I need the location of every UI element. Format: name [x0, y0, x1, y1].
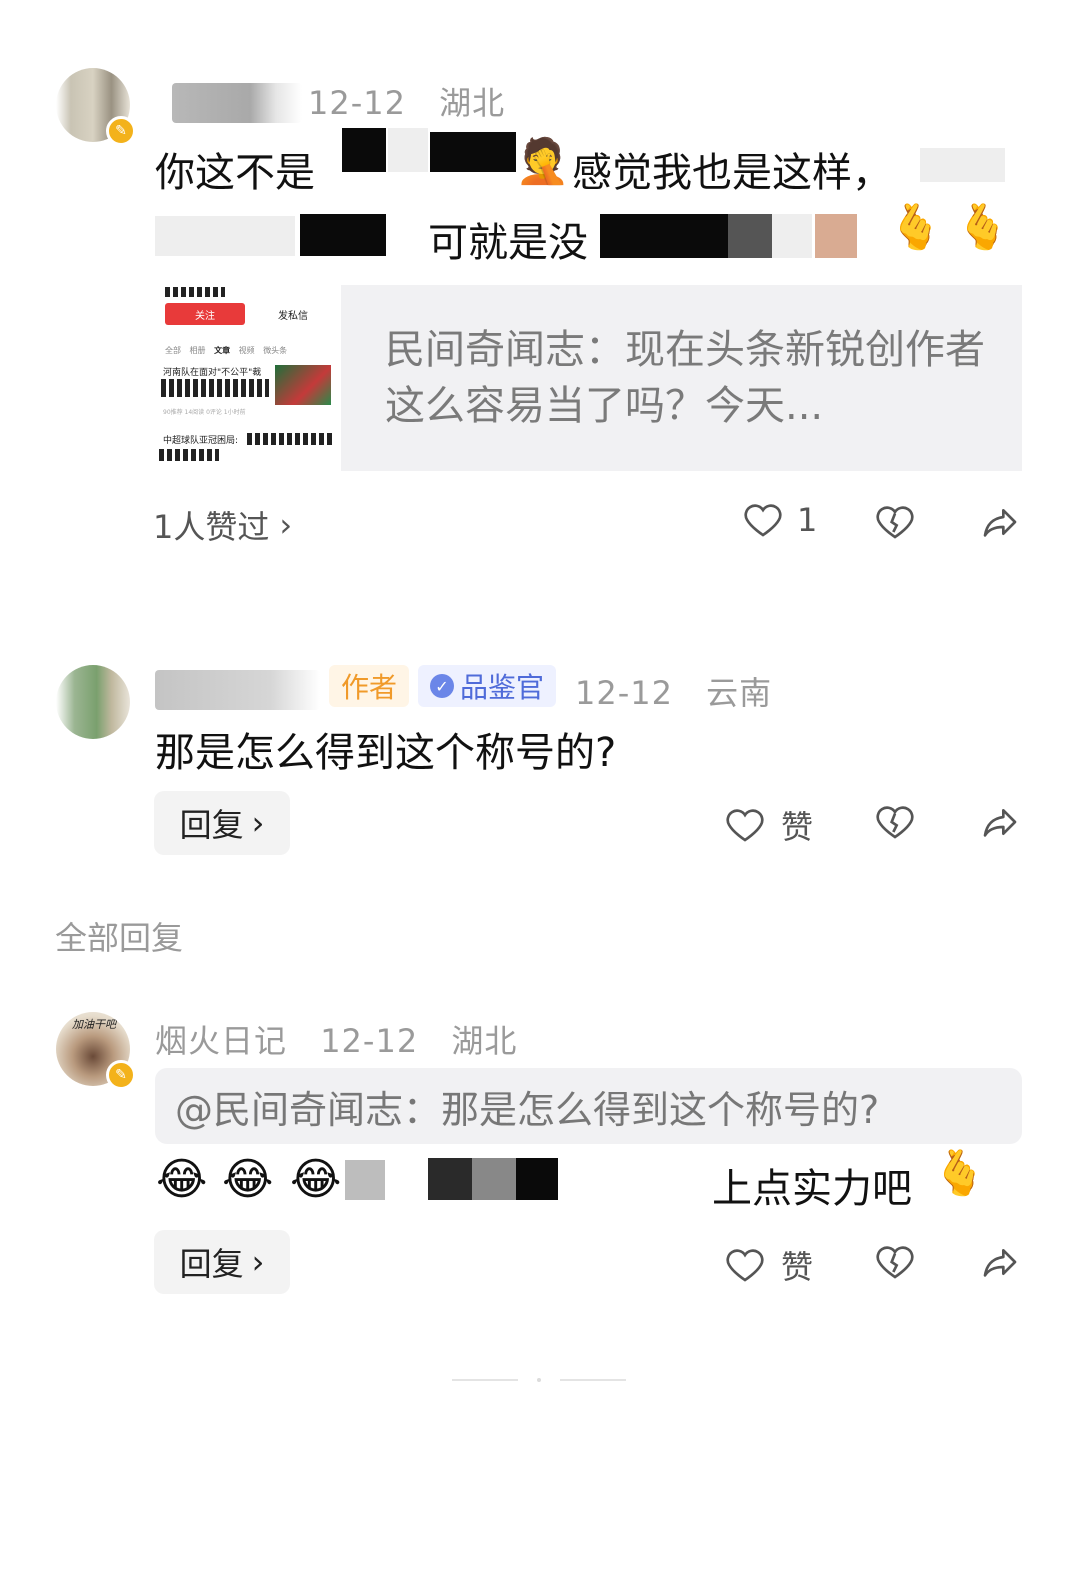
comment-text-line1: 你这不是 — [155, 150, 315, 196]
redaction-scribble — [161, 379, 269, 397]
comment-text-line1b: 感觉我也是这样， — [572, 150, 892, 196]
redaction-scribble — [247, 433, 335, 445]
username-redacted — [155, 670, 320, 710]
comment-meta: 12-12 湖北 — [308, 78, 505, 124]
profile-tabs: 全部 相册 文章 视频 微头条 — [165, 346, 288, 355]
share-arrow-icon — [983, 509, 1017, 537]
verified-check-icon: ✓ — [430, 674, 454, 698]
redaction-block — [388, 128, 428, 172]
comment-text: 上点实力吧 — [712, 1166, 912, 1212]
article-stats: 90推荐 14阅读 0评论 1小时前 — [163, 409, 246, 416]
like-count: 1 — [797, 501, 818, 539]
heart-icon — [744, 504, 782, 537]
like-label: 赞 — [781, 1248, 814, 1286]
like-button[interactable]: 赞 — [725, 1242, 813, 1288]
share-button[interactable] — [980, 802, 1020, 842]
redaction-block — [600, 214, 728, 258]
comment-region: 湖北 — [439, 84, 506, 122]
article-image — [275, 365, 331, 405]
chevron-right-icon: › — [279, 506, 293, 544]
heart-icon — [726, 809, 764, 842]
comment-text: 那是怎么得到这个称号的? — [155, 730, 617, 776]
redaction-scribble — [159, 449, 219, 461]
finger-heart-emoji-icon: 🫰 — [955, 202, 1010, 253]
avatar[interactable] — [56, 665, 130, 739]
comment-date: 12-12 — [320, 1022, 419, 1060]
finger-heart-emoji-icon: 🫰 — [888, 202, 943, 253]
laughing-emoji-icon: 😂 — [290, 1154, 342, 1205]
share-arrow-icon — [983, 809, 1017, 837]
redaction-block — [155, 216, 295, 256]
follow-button: 关注 — [165, 303, 245, 325]
redaction-block — [772, 214, 812, 258]
redaction-block — [430, 132, 516, 172]
comment-region: 云南 — [706, 674, 773, 712]
redaction-block — [342, 128, 386, 172]
liked-by-link[interactable]: 1人赞过 › — [153, 502, 292, 548]
quoted-reply[interactable]: @民间奇闻志：那是怎么得到这个称号的? — [155, 1068, 1022, 1144]
redaction-block — [920, 148, 1005, 182]
comment-region: 湖北 — [451, 1022, 518, 1060]
dislike-button[interactable] — [875, 502, 915, 542]
redaction-scribble — [165, 287, 225, 297]
redaction-block — [815, 214, 857, 258]
comment-date: 12-12 — [575, 674, 673, 712]
comment-meta: 12-12 云南 — [575, 668, 772, 714]
chevron-right-icon: › — [251, 1243, 265, 1281]
like-label: 赞 — [781, 808, 814, 846]
username[interactable]: 烟火日记 — [155, 1022, 287, 1060]
username-redacted — [172, 83, 302, 123]
redaction-block — [345, 1160, 385, 1200]
reply-button[interactable]: 回复 › — [154, 791, 290, 855]
avatar[interactable]: 加油干吧 ✎ — [56, 1012, 136, 1090]
redaction-block — [300, 214, 386, 256]
article-title: 中超球队亚冠困局: — [163, 436, 239, 446]
broken-heart-icon — [876, 1246, 914, 1279]
share-arrow-icon — [983, 1249, 1017, 1277]
finger-heart-emoji-icon: 🫰 — [932, 1148, 987, 1199]
dislike-button[interactable] — [875, 802, 915, 842]
heart-icon — [726, 1249, 764, 1282]
judge-tag: ✓ 品鉴官 — [418, 665, 557, 707]
dislike-button[interactable] — [875, 1242, 915, 1282]
like-button[interactable]: 1 — [743, 500, 817, 540]
avatar[interactable]: ✎ — [56, 68, 136, 146]
message-button: 发私信 — [278, 310, 308, 322]
creator-badge-icon: ✎ — [106, 116, 136, 146]
redaction-block — [516, 1158, 558, 1200]
like-button[interactable]: 赞 — [725, 802, 813, 848]
all-replies-label: 全部回复 — [55, 919, 184, 957]
avatar-caption: 加油干吧 — [72, 1018, 116, 1031]
comment-date: 12-12 — [308, 84, 406, 122]
redaction-block — [472, 1158, 516, 1200]
article-thumbnail: 关注 发私信 全部 相册 文章 视频 微头条 河南队在面对"不公平"裁 90推荐… — [155, 285, 341, 471]
broken-heart-icon — [876, 506, 914, 539]
broken-heart-icon — [876, 806, 914, 839]
shared-article-title: 民间奇闻志：现在头条新锐创作者这么容易当了吗？今天... — [385, 327, 985, 429]
end-of-list-divider — [452, 1378, 626, 1382]
facepalm-emoji-icon: 🤦 — [515, 136, 570, 187]
author-tag: 作者 — [329, 665, 410, 707]
share-button[interactable] — [980, 1242, 1020, 1282]
creator-badge-icon: ✎ — [106, 1060, 136, 1090]
redaction-block — [728, 214, 772, 258]
article-title: 河南队在面对"不公平"裁 — [163, 368, 262, 378]
comment-text-line2: 可就是没 — [428, 220, 588, 266]
share-button[interactable] — [980, 502, 1020, 542]
chevron-right-icon: › — [251, 804, 265, 842]
laughing-emoji-icon: 😂 — [156, 1154, 208, 1205]
laughing-emoji-icon: 😂 — [222, 1154, 274, 1205]
redaction-block — [428, 1158, 472, 1200]
reply-button[interactable]: 回复 › — [154, 1230, 290, 1294]
comment-meta: 烟火日记 12-12 湖北 — [155, 1016, 517, 1062]
